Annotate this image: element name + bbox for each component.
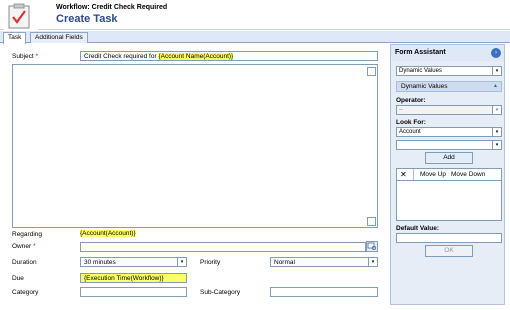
operator-label: Operator:	[396, 97, 426, 104]
subject-label: Subject *	[12, 53, 39, 60]
chevron-down-icon[interactable]: ▾	[368, 258, 377, 266]
header-bar: Workflow: Credit Check Required Create T…	[0, 0, 510, 30]
arrow-right-icon[interactable]: ›	[491, 48, 501, 58]
form-assistant-header: Form Assistant	[391, 45, 504, 61]
page-title: Create Task	[56, 13, 118, 25]
operator-select[interactable]: -- ▾	[396, 105, 502, 115]
category-label: Category	[12, 289, 39, 296]
task-form: Subject * Credit Check required for {Acc…	[6, 44, 386, 304]
priority-label: Priority	[200, 259, 221, 266]
regarding-token: {Account(Account)}	[80, 230, 136, 237]
form-assistant-title: Form Assistant	[395, 49, 446, 56]
tab-strip: Task Additional Fields	[0, 31, 510, 44]
chevron-down-icon[interactable]: ▾	[177, 258, 186, 266]
tab-task[interactable]: Task	[3, 32, 27, 44]
default-value-field[interactable]	[396, 233, 502, 243]
due-field[interactable]: {Execution Time(Workflow)}	[80, 273, 187, 283]
priority-select[interactable]: Normal ▾	[270, 257, 378, 267]
toolbar-divider	[413, 169, 414, 180]
dynamic-values-select-value: Dynamic Values	[399, 68, 442, 74]
look-for-value: Account	[399, 129, 421, 135]
add-button[interactable]: Add	[425, 152, 473, 164]
dynamic-values-section-label: Dynamic Values	[401, 83, 448, 90]
form-assistant-panel: Form Assistant › Dynamic Values ▾ Dynami…	[390, 44, 505, 305]
delete-icon[interactable]: ✕	[400, 170, 407, 179]
subject-prefix: Credit Check required for	[84, 53, 157, 60]
task-icon	[4, 2, 38, 30]
duration-select[interactable]: 30 minutes ▾	[80, 257, 187, 267]
owner-field[interactable]	[80, 242, 366, 252]
due-label: Due	[12, 275, 24, 282]
dynamic-values-select[interactable]: Dynamic Values ▾	[396, 66, 502, 76]
owner-label: Owner *	[12, 243, 36, 250]
look-for-select[interactable]: Account ▾	[396, 127, 502, 137]
look-for-label: Look For:	[396, 119, 426, 126]
chevron-down-icon[interactable]: ▾	[492, 67, 501, 75]
dynamic-values-list[interactable]	[396, 181, 502, 221]
regarding-field[interactable]: {Account(Account)}	[80, 229, 140, 239]
operator-value: --	[399, 107, 403, 113]
default-value-label: Default Value:	[396, 225, 439, 232]
subcategory-field[interactable]	[270, 287, 378, 297]
subject-token: {Account Name(Account)}	[158, 53, 234, 60]
duration-value: 30 minutes	[84, 259, 116, 266]
regarding-label: Regarding	[12, 231, 42, 238]
attribute-select[interactable]: ▾	[396, 140, 502, 150]
description-textarea[interactable]	[12, 64, 378, 228]
workflow-subtitle: Workflow: Credit Check Required	[56, 4, 168, 11]
subject-field[interactable]: Credit Check required for {Account Name(…	[80, 51, 378, 61]
tab-additional-fields[interactable]: Additional Fields	[30, 32, 88, 43]
duration-label: Duration	[12, 259, 37, 266]
scroll-up-icon[interactable]	[367, 67, 376, 76]
subcategory-label: Sub-Category	[200, 289, 241, 296]
move-down-button[interactable]: Move Down	[451, 171, 485, 178]
scroll-down-icon[interactable]	[367, 217, 376, 226]
collapse-icon[interactable]: ▲	[493, 83, 498, 89]
move-up-button[interactable]: Move Up	[420, 171, 446, 178]
priority-value: Normal	[274, 259, 295, 266]
chevron-down-icon[interactable]: ▾	[492, 106, 501, 114]
ok-button[interactable]: OK	[425, 245, 473, 257]
chevron-down-icon[interactable]: ▾	[492, 128, 501, 136]
category-field[interactable]	[80, 287, 187, 297]
dynamic-values-section[interactable]: Dynamic Values ▲	[396, 81, 502, 92]
lookup-icon[interactable]	[366, 241, 378, 252]
selection-toolbar: ✕ Move Up Move Down	[396, 168, 502, 181]
chevron-down-icon[interactable]: ▾	[492, 141, 501, 149]
